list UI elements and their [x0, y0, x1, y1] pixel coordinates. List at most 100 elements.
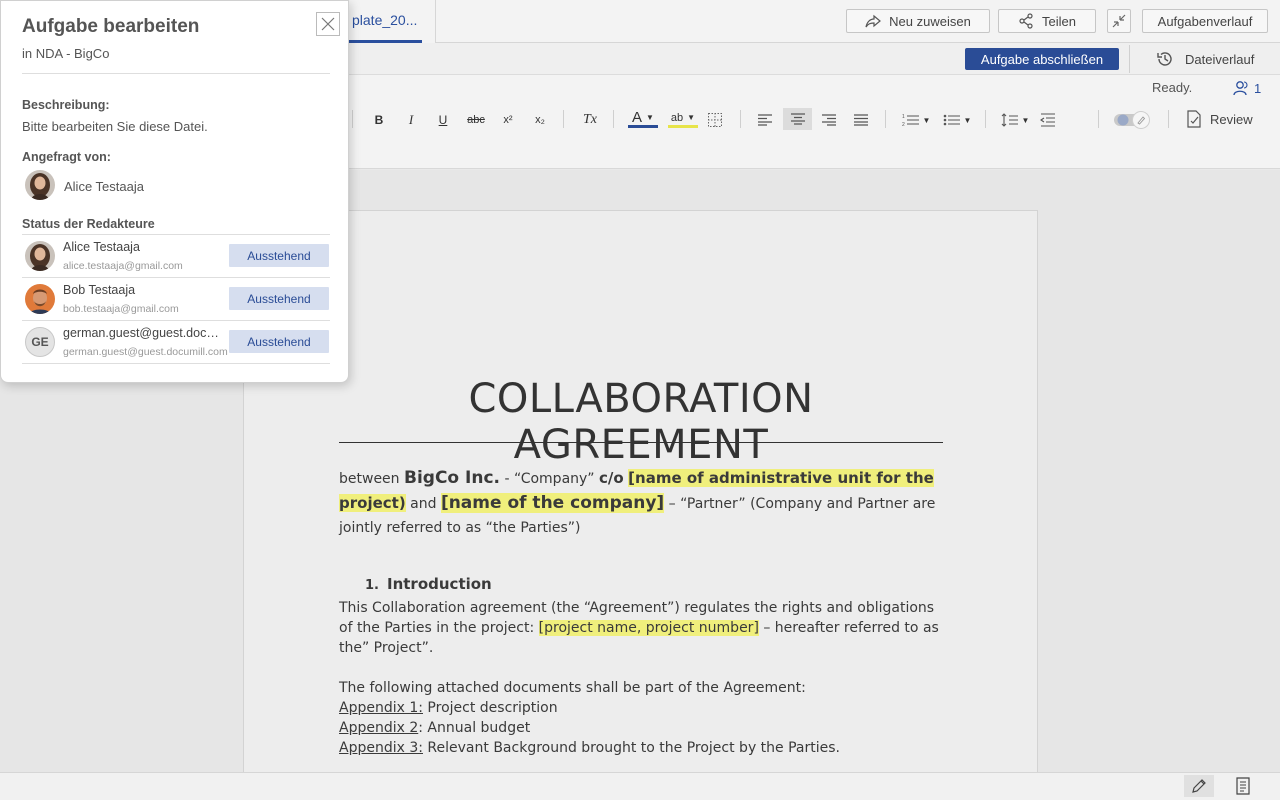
share-label: Teilen: [1042, 13, 1076, 29]
text-bigco: BigCo Inc.: [404, 468, 500, 488]
placeholder-company-name: [name of the company]: [440, 493, 665, 513]
description-label: Beschreibung:: [22, 98, 110, 112]
editor-name: Bob Testaaja: [63, 283, 136, 297]
dropdown-arrow-icon: ▼: [963, 115, 972, 125]
active-users[interactable]: 1: [1232, 80, 1261, 96]
document-page[interactable]: COLLABORATION AGREEMENT between BigCo In…: [243, 210, 1038, 772]
appendix-3-text: Relevant Background brought to the Proje…: [422, 740, 840, 756]
font-color-label: A: [632, 109, 643, 126]
review-label: Review: [1210, 111, 1253, 127]
text-and: and: [405, 496, 441, 512]
alice-avatar-image: [25, 170, 55, 200]
introduction-paragraph: This Collaboration agreement (the “Agree…: [339, 598, 943, 658]
align-center-button[interactable]: [783, 108, 812, 130]
avatar: [25, 241, 55, 271]
justify-icon: [854, 114, 868, 126]
appendix-2-text: : Annual budget: [418, 720, 531, 736]
align-left-button[interactable]: [755, 110, 775, 130]
collapse-button[interactable]: [1107, 9, 1131, 33]
edit-mode-button[interactable]: [1184, 775, 1214, 797]
avatar: [25, 170, 55, 200]
alice-avatar-image: [25, 241, 55, 271]
bob-avatar-image: [25, 284, 55, 314]
share-button[interactable]: Teilen: [998, 9, 1096, 33]
review-button[interactable]: Review: [1186, 110, 1253, 128]
appendix-2-label: Appendix 2: [339, 720, 419, 736]
tab-document-label: plate_20...: [352, 12, 418, 28]
editor-status-badge[interactable]: Ausstehend: [229, 287, 329, 310]
highlight-label: ab: [670, 111, 684, 124]
section-number: 1.: [365, 578, 379, 593]
status-text: Ready.: [1152, 80, 1193, 95]
dropdown-arrow-icon: ▼: [1021, 115, 1030, 125]
text-between: between: [339, 471, 404, 487]
close-button[interactable]: [316, 12, 340, 36]
description-text: Bitte bearbeiten Sie diese Datei.: [22, 119, 208, 134]
numbered-list-icon: 12: [902, 114, 919, 127]
avatar: [25, 284, 55, 314]
file-history-button[interactable]: Dateiverlauf: [1145, 46, 1254, 72]
task-history-label: Aufgabenverlauf: [1157, 13, 1253, 29]
review-icon: [1187, 110, 1201, 128]
svg-text:1: 1: [902, 114, 905, 120]
toolbar-separator: [985, 110, 986, 128]
task-history-button[interactable]: Aufgabenverlauf: [1142, 9, 1268, 33]
reassign-label: Neu zuweisen: [889, 13, 971, 29]
document-icon: [1236, 777, 1250, 795]
italic-button[interactable]: I: [403, 110, 419, 130]
editor-name: german.guest@guest.documill.com: [63, 326, 221, 340]
dropdown-arrow-icon: ▼: [687, 113, 696, 122]
appendix-intro: The following attached documents shall b…: [339, 680, 806, 696]
editors-status-label: Status der Redakteure: [22, 217, 155, 231]
task-panel: Aufgabe bearbeiten in NDA - BigCo Beschr…: [0, 0, 349, 383]
borders-icon: [708, 113, 722, 127]
dropdown-arrow-icon: ▼: [646, 113, 654, 122]
bold-button[interactable]: B: [371, 110, 387, 130]
appendix-2: Appendix 2: Annual budget: [339, 718, 943, 738]
toolbar-separator: [613, 110, 614, 128]
complete-task-button[interactable]: Aufgabe abschließen: [965, 48, 1119, 70]
clear-format-button[interactable]: Tx: [580, 110, 600, 130]
justify-button[interactable]: [851, 110, 871, 130]
panel-title: Aufgabe bearbeiten: [22, 16, 200, 37]
editor-name: Alice Testaaja: [63, 240, 140, 254]
toolbar-separator: [885, 110, 886, 128]
line-spacing-button[interactable]: ▼: [1000, 110, 1030, 130]
superscript-button[interactable]: x²: [499, 110, 517, 130]
track-changes-toggle[interactable]: [1113, 110, 1155, 130]
editor-status-badge[interactable]: Ausstehend: [229, 330, 329, 353]
toolbar-separator: [563, 110, 564, 128]
svg-text:2: 2: [902, 122, 905, 127]
avatar: GE: [25, 327, 55, 357]
editor-email: bob.testaaja@gmail.com: [63, 303, 179, 315]
editor-email: german.guest@guest.documill.com: [63, 346, 228, 358]
decrease-indent-button[interactable]: [1039, 110, 1057, 130]
divider: [22, 320, 330, 321]
toolbar-separator: [740, 110, 741, 128]
divider: [1129, 45, 1130, 73]
reassign-button[interactable]: Neu zuweisen: [846, 9, 990, 33]
appendix-3-label: Appendix 3:: [339, 740, 423, 756]
borders-button[interactable]: [706, 110, 724, 130]
highlight-button[interactable]: ab ▼: [668, 110, 698, 128]
text-co: c/o: [599, 469, 624, 487]
numbered-list-button[interactable]: 1 2 ▼: [900, 110, 932, 130]
bullet-list-button[interactable]: ▼: [941, 110, 973, 130]
underline-button[interactable]: U: [435, 110, 451, 130]
align-right-button[interactable]: [819, 110, 839, 130]
parties-paragraph: between BigCo Inc. - “Company” c/o [name…: [339, 466, 943, 540]
align-left-icon: [758, 114, 772, 126]
divider: [22, 277, 330, 278]
font-color-button[interactable]: A ▼: [628, 109, 658, 128]
editor-status-badge[interactable]: Ausstehend: [229, 244, 329, 267]
text-company: - “Company”: [500, 471, 600, 487]
document-title: COLLABORATION AGREEMENT: [468, 376, 814, 468]
forward-icon: [865, 14, 882, 28]
strikethrough-button[interactable]: abc: [465, 110, 487, 130]
tab-document[interactable]: plate_20...: [340, 0, 436, 43]
subscript-button[interactable]: x₂: [531, 110, 549, 130]
file-history-label: Dateiverlauf: [1185, 51, 1255, 67]
active-users-count: 1: [1254, 80, 1262, 96]
document-view-button[interactable]: [1228, 775, 1258, 797]
toolbar-separator: [352, 110, 353, 128]
